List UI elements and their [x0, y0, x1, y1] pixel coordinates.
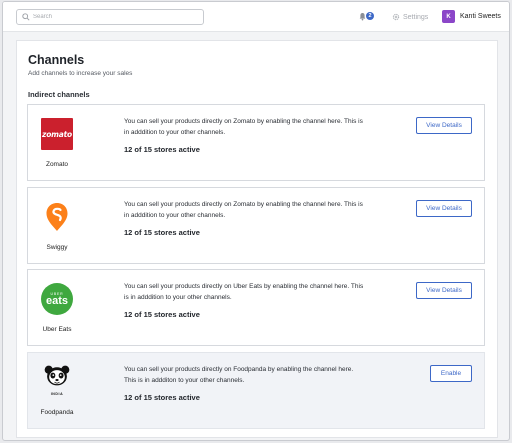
gear-icon [392, 13, 400, 21]
stores-active: 12 of 15 stores active [124, 145, 200, 154]
channel-name: Zomato [45, 161, 69, 168]
settings-label: Settings [403, 13, 429, 21]
channels-panel: Channels Add channels to increase your s… [16, 40, 498, 438]
top-bar: 2 Settings K Kanti Sweets [3, 2, 509, 32]
view-details-button[interactable]: View Details [416, 117, 472, 134]
channel-description: You can sell your products directly on F… [124, 366, 354, 384]
search-icon [22, 13, 30, 21]
channel-card-zomato: zomato Zomato You can sell your products… [27, 104, 485, 181]
search-input[interactable] [33, 11, 201, 23]
channel-description: You can sell your products directly on U… [124, 283, 364, 301]
channel-description: You can sell your products directly on Z… [124, 201, 363, 219]
section-title: Indirect channels [28, 90, 90, 99]
stores-active: 12 of 15 stores active [124, 310, 200, 319]
channel-card-foodpanda: INDIA Foodpanda You can sell your produc… [27, 352, 485, 429]
bell-icon [359, 13, 366, 21]
page-subtitle: Add channels to increase your sales [28, 70, 133, 77]
foodpanda-logo-text: INDIA [50, 392, 64, 396]
notifications-button[interactable]: 2 [359, 12, 375, 22]
avatar: K [442, 10, 455, 23]
app-window: 2 Settings K Kanti Sweets Channels Add c… [2, 1, 510, 441]
zomato-logo-text: zomato [42, 129, 72, 139]
page-title: Channels [28, 53, 85, 67]
account-name: Kanti Sweets [460, 13, 501, 20]
foodpanda-logo: INDIA [40, 364, 74, 398]
account-menu[interactable]: K Kanti Sweets [442, 10, 501, 23]
channel-name: Foodpanda [40, 409, 74, 416]
notification-count-badge: 2 [366, 12, 374, 20]
stores-active: 12 of 15 stores active [124, 228, 200, 237]
view-details-button[interactable]: View Details [416, 200, 472, 217]
channel-description: You can sell your products directly on Z… [124, 118, 363, 136]
channel-name: Swiggy [46, 244, 68, 251]
channel-card-uber-eats: Uber eats Uber Eats You can sell your pr… [27, 269, 485, 346]
view-details-button[interactable]: View Details [416, 282, 472, 299]
uber-eats-logo-text: eats [45, 294, 69, 307]
panda-icon [44, 365, 70, 386]
channel-name: Uber Eats [42, 326, 72, 333]
swiggy-logo-icon [46, 203, 68, 231]
settings-link[interactable]: Settings [392, 12, 428, 22]
uber-eats-logo: Uber eats [41, 283, 73, 315]
search-box[interactable] [16, 9, 204, 25]
channel-card-swiggy: Swiggy You can sell your products direct… [27, 187, 485, 264]
enable-button[interactable]: Enable [430, 365, 472, 382]
zomato-logo: zomato [41, 118, 73, 150]
stores-active: 12 of 15 stores active [124, 393, 200, 402]
